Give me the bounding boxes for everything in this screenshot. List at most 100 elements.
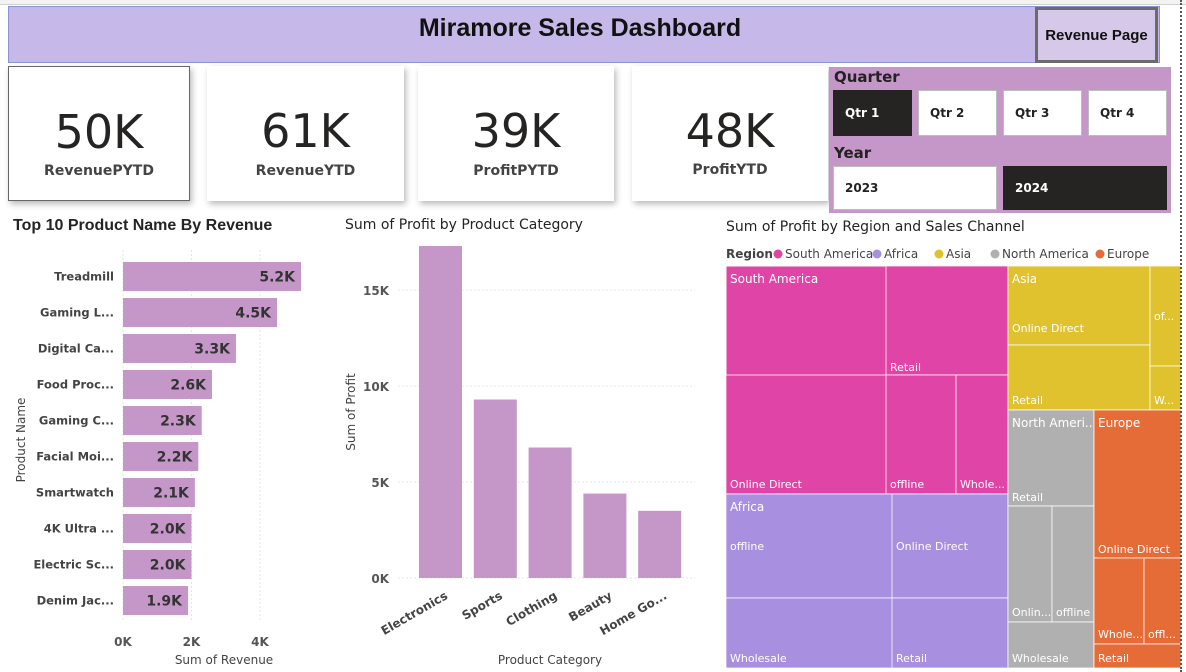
y-axis-title: Product Name	[14, 398, 28, 483]
bar-data-label: 1.9K	[146, 594, 183, 610]
y-axis-title: Sum of Profit	[344, 373, 358, 451]
bar-data-label: 2.0K	[150, 522, 187, 538]
kpi-label: ProfitYTD	[692, 162, 768, 178]
bar-data-label: 2.2K	[157, 450, 194, 466]
kpi-value: 39K	[471, 104, 561, 158]
treemap-tile-label: Retail	[1012, 394, 1043, 407]
legend-swatch	[872, 249, 882, 259]
treemap-region-label: Europe	[1098, 416, 1140, 430]
kpi-label: ProfitPYTD	[473, 163, 559, 179]
kpi-value: 50K	[54, 105, 144, 159]
treemap-tile-label: W...	[1154, 394, 1174, 407]
bar	[583, 493, 627, 578]
treemap-tile-label: offline	[1056, 606, 1090, 619]
x-category-label: Beauty	[566, 588, 614, 624]
treemap-tile-label: offl...	[1148, 628, 1176, 641]
treemap-tile	[885, 265, 1009, 376]
region-channel-treemap[interactable]: Region South America Africa Asia North Ameri…	[720, 240, 1182, 670]
legend-swatch	[1095, 249, 1105, 259]
bar	[638, 510, 682, 578]
y-category-label: Denim Jac...	[37, 594, 114, 608]
kpi-card-revenue-ytd[interactable]: 61K RevenueYTD	[207, 66, 404, 201]
x-axis-title: Product Category	[498, 653, 602, 667]
bar-data-label: 5.2K	[259, 270, 296, 286]
treemap-tile-label: offline	[890, 478, 924, 491]
treemap-region-label: South America	[730, 272, 818, 286]
top-products-bar-chart[interactable]: 0K 2K 4K 5.2K Treadmill 4.5K Gaming L... 3.3K Di…	[0, 240, 330, 670]
x-tick-label: 0K	[114, 635, 132, 649]
y-tick-label: 10K	[363, 380, 390, 394]
revenue-page-button[interactable]: Revenue Page	[1035, 7, 1158, 63]
x-category-label: Sports	[459, 588, 504, 622]
treemap-region-label: Africa	[730, 500, 764, 514]
bar-data-label: 2.0K	[150, 558, 187, 574]
quarter-slicer-title: Quarter	[834, 68, 900, 86]
kpi-value: 61K	[261, 104, 350, 158]
treemap-tile	[725, 374, 893, 495]
y-tick-label: 0K	[371, 572, 389, 586]
kpi-card-profit-pytd[interactable]: 39K ProfitPYTD	[418, 66, 614, 201]
year-option-2023[interactable]: 2023	[833, 166, 997, 210]
treemap-tile-label: Wholesale	[730, 652, 787, 665]
legend-item: Africa	[884, 247, 918, 261]
treemap-tile-label: Online Direct	[1012, 322, 1085, 335]
treemap-tile-label: Wholesale	[1012, 652, 1069, 665]
bar	[528, 447, 572, 578]
treemap-region-label: North Ameri...	[1012, 416, 1096, 430]
treemap-tile-label: Retail	[896, 652, 927, 665]
quarter-option-qtr1[interactable]: Qtr 1	[833, 90, 912, 136]
treemap-tile-label: Retail	[1012, 491, 1043, 504]
legend-item: South America	[785, 247, 873, 261]
y-category-label: Gaming C...	[39, 414, 114, 428]
treemap-tile	[1051, 505, 1095, 623]
y-category-label: Gaming L...	[40, 306, 114, 320]
treemap-tile	[1007, 505, 1053, 623]
year-slicer-title: Year	[834, 144, 872, 162]
treemap-tile	[885, 374, 957, 495]
treemap-tile	[1093, 409, 1182, 559]
bar-data-label: 2.6K	[170, 378, 207, 394]
legend-item: Europe	[1107, 247, 1149, 261]
y-category-label: Digital Ca...	[38, 342, 114, 356]
bar-data-label: 2.3K	[160, 414, 197, 430]
quarter-option-qtr3[interactable]: Qtr 3	[1003, 90, 1082, 136]
canvas-edge	[1180, 0, 1182, 672]
legend-title: Region	[726, 247, 773, 261]
treemap-tile-label: Retail	[1098, 652, 1129, 665]
y-category-label: Electric Sc...	[33, 558, 114, 572]
treemap-tile-label: Online Direct	[896, 540, 969, 553]
treemap-tile-label: Online Direct	[730, 478, 803, 491]
treemap-tile-label: of...	[1154, 310, 1174, 323]
legend-swatch	[990, 249, 1000, 259]
year-option-2024[interactable]: 2024	[1003, 166, 1167, 210]
kpi-card-profit-ytd[interactable]: 48K ProfitYTD	[632, 66, 828, 201]
x-category-label: Electronics	[379, 588, 450, 637]
bar-data-label: 4.5K	[235, 306, 272, 322]
kpi-value: 48K	[685, 104, 775, 158]
treemap-tile	[955, 374, 1009, 495]
top-toolbar-strip	[0, 0, 1186, 5]
kpi-label: RevenueYTD	[255, 163, 356, 179]
profit-category-bar-chart[interactable]: 0K 5K 10K 15K Electronics SportsClothing Beaut…	[330, 236, 705, 670]
legend-swatch	[773, 249, 783, 259]
y-category-label: Treadmill	[54, 270, 114, 284]
treemap-tile-label: offline	[730, 540, 764, 553]
quarter-option-qtr2[interactable]: Qtr 2	[918, 90, 997, 136]
page-title: Miramore Sales Dashboard	[418, 14, 742, 42]
quarter-option-qtr4[interactable]: Qtr 4	[1088, 90, 1167, 136]
legend-swatch	[934, 249, 944, 259]
treemap-region-label: Asia	[1012, 272, 1037, 286]
y-tick-label: 5K	[371, 476, 389, 490]
y-tick-label: 15K	[363, 284, 390, 298]
treemap-tile-label: Online Direct	[1098, 543, 1171, 556]
bar	[419, 246, 462, 578]
treemap-tile-label: Onlin...	[1012, 606, 1051, 619]
kpi-card-revenue-pytd[interactable]: 50K RevenuePYTD	[8, 66, 190, 201]
treemap-tile-label: Whole...	[960, 478, 1005, 491]
x-category-label: Clothing	[503, 588, 559, 628]
y-category-label: 4K Ultra ...	[44, 522, 114, 536]
filter-panel: Quarter Qtr 1 Qtr 2 Qtr 3 Qtr 4 Year 202…	[829, 67, 1171, 213]
bar	[473, 399, 517, 578]
x-axis-title: Sum of Revenue	[175, 653, 273, 667]
y-category-label: Facial Moi...	[36, 450, 114, 464]
